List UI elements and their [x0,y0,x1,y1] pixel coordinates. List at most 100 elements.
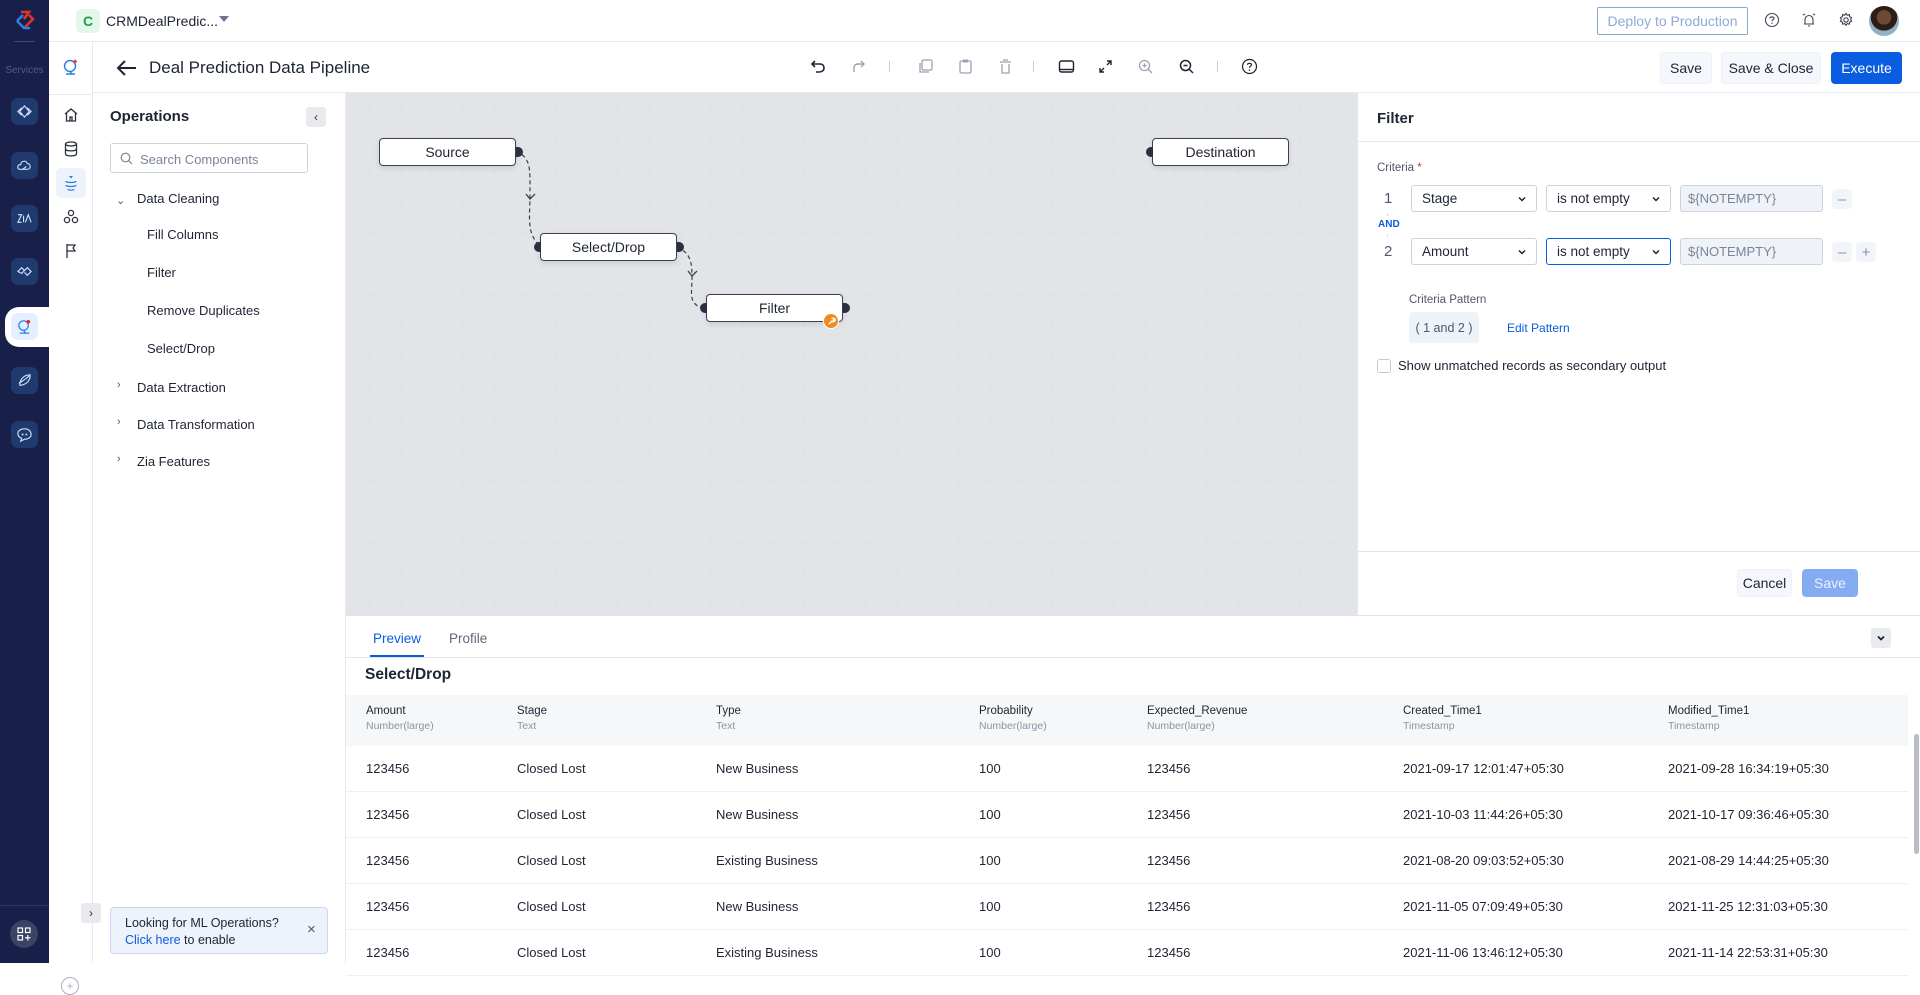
chevron-right-icon[interactable]: › [117,453,121,465]
fit-screen-icon[interactable] [1093,54,1117,78]
criteria-pattern-value: ( 1 and 2 ) [1409,312,1479,343]
delete-icon[interactable] [993,54,1017,78]
filter-save-button[interactable]: Save [1802,569,1858,597]
group-zia-features[interactable]: Zia Features [137,454,210,469]
user-avatar[interactable] [1869,6,1899,36]
input-port[interactable] [700,303,707,313]
enable-ml-link[interactable]: Click here [125,933,181,947]
tab-profile[interactable]: Profile [449,631,487,646]
project-dropdown-caret-icon[interactable] [219,16,229,22]
table-row[interactable]: 123456Closed LostNew Business10012345620… [346,792,1908,838]
toolbar-separator [1033,61,1034,72]
search-components-input[interactable] [140,150,300,168]
settings-icon[interactable] [1836,10,1856,30]
execute-button[interactable]: Execute [1831,52,1902,84]
input-port[interactable] [1146,147,1153,157]
catalyst-logo-icon[interactable] [12,8,38,34]
group-data-extraction[interactable]: Data Extraction [137,380,226,395]
panel-divider [1358,141,1920,142]
ml-logo-icon[interactable] [56,52,86,82]
edit-pattern-link[interactable]: Edit Pattern [1507,321,1570,335]
remove-criteria-button[interactable]: – [1832,189,1852,209]
group-data-cleaning[interactable]: Data Cleaning [137,191,219,206]
search-components-field[interactable] [110,143,308,173]
notification-icon[interactable] [1799,10,1819,30]
flag-icon[interactable] [56,236,86,266]
wrench-icon[interactable] [823,313,839,329]
models-icon[interactable] [56,202,86,232]
service-chatbot-icon[interactable] [11,421,38,448]
column-header[interactable]: Created_Time1Timestamp [1403,705,1482,732]
redo-icon[interactable] [846,54,870,78]
zoom-out-icon[interactable] [1174,54,1198,78]
chevron-right-icon[interactable]: › [117,416,121,428]
remove-criteria-button[interactable]: – [1832,242,1852,262]
column-header[interactable]: AmountNumber(large) [366,705,434,732]
criteria-1-field-select[interactable]: Stage [1411,185,1537,212]
home-icon[interactable] [56,100,86,130]
vertical-scrollbar[interactable] [1914,734,1919,854]
copy-icon[interactable] [913,54,937,78]
criteria-connector-label[interactable]: AND [1378,219,1400,230]
select-value: is not empty [1557,191,1630,206]
show-unmatched-checkbox[interactable] [1377,359,1391,373]
save-and-close-button[interactable]: Save & Close [1721,52,1821,84]
paste-icon[interactable] [953,54,977,78]
criteria-1-operator-select[interactable]: is not empty [1546,185,1671,212]
node-select-drop[interactable]: Select/Drop [540,233,677,261]
undo-icon[interactable] [806,54,830,78]
table-row[interactable]: 123456Closed LostExisting Business100123… [346,838,1908,884]
column-header[interactable]: TypeText [716,705,741,732]
input-port[interactable] [534,242,541,252]
bottom-panel-icon[interactable] [1054,54,1078,78]
service-rocket-icon[interactable] [11,367,38,394]
back-arrow-icon[interactable] [115,56,139,80]
expand-panel-button[interactable]: › [81,903,101,923]
op-remove-duplicates[interactable]: Remove Duplicates [147,303,260,318]
criteria-2-value-input[interactable]: ${NOTEMPTY} [1680,238,1823,265]
zoom-in-icon[interactable] [1133,54,1157,78]
column-header[interactable]: ProbabilityNumber(large) [979,705,1047,732]
collapse-panel-button[interactable]: ‹ [306,107,326,127]
canvas-help-icon[interactable] [1237,54,1261,78]
service-zia-icon[interactable] [11,205,38,232]
service-ml-icon[interactable] [11,313,38,340]
pipeline-icon[interactable] [56,168,86,198]
deploy-to-production-button[interactable]: Deploy to Production [1597,7,1748,35]
service-integration-icon[interactable] [11,258,38,285]
table-row[interactable]: 123456Closed LostNew Business10012345620… [346,884,1908,930]
apps-add-icon[interactable] [10,920,38,948]
database-icon[interactable] [56,134,86,164]
module-nav: + [49,42,93,963]
criteria-2-operator-select[interactable]: is not empty [1546,238,1671,265]
add-module-icon[interactable]: + [61,977,79,995]
service-code-icon[interactable] [11,98,38,125]
criteria-1-value-input[interactable]: ${NOTEMPTY} [1680,185,1823,212]
collapse-preview-button[interactable] [1871,628,1891,648]
service-cloud-icon[interactable] [11,152,38,179]
group-data-transformation[interactable]: Data Transformation [137,417,255,432]
tab-preview[interactable]: Preview [373,631,421,646]
node-source[interactable]: Source [379,138,516,166]
pipeline-canvas[interactable]: Source Select/Drop Filter Destination [346,93,1357,615]
op-fill-columns[interactable]: Fill Columns [147,227,219,242]
show-unmatched-label[interactable]: Show unmatched records as secondary outp… [1398,358,1666,373]
chevron-right-icon[interactable]: › [117,379,121,391]
filter-cancel-button[interactable]: Cancel [1737,569,1792,597]
table-row[interactable]: 123456Closed LostNew Business10012345620… [346,746,1908,792]
project-avatar[interactable]: C [76,9,100,33]
table-row[interactable]: 123456Closed LostExisting Business100123… [346,930,1908,976]
help-icon[interactable] [1762,10,1782,30]
column-header[interactable]: Modified_Time1Timestamp [1668,705,1749,732]
column-header[interactable]: Expected_RevenueNumber(large) [1147,705,1247,732]
close-icon[interactable]: × [307,921,316,938]
chevron-down-icon[interactable]: ⌄ [116,194,125,207]
column-header[interactable]: StageText [517,705,547,732]
op-filter[interactable]: Filter [147,265,176,280]
save-button[interactable]: Save [1660,52,1712,84]
node-destination[interactable]: Destination [1152,138,1289,166]
add-criteria-button[interactable]: + [1856,242,1876,262]
criteria-2-field-select[interactable]: Amount [1411,238,1537,265]
project-name[interactable]: CRMDealPredic... [106,13,218,29]
op-select-drop[interactable]: Select/Drop [147,341,215,356]
